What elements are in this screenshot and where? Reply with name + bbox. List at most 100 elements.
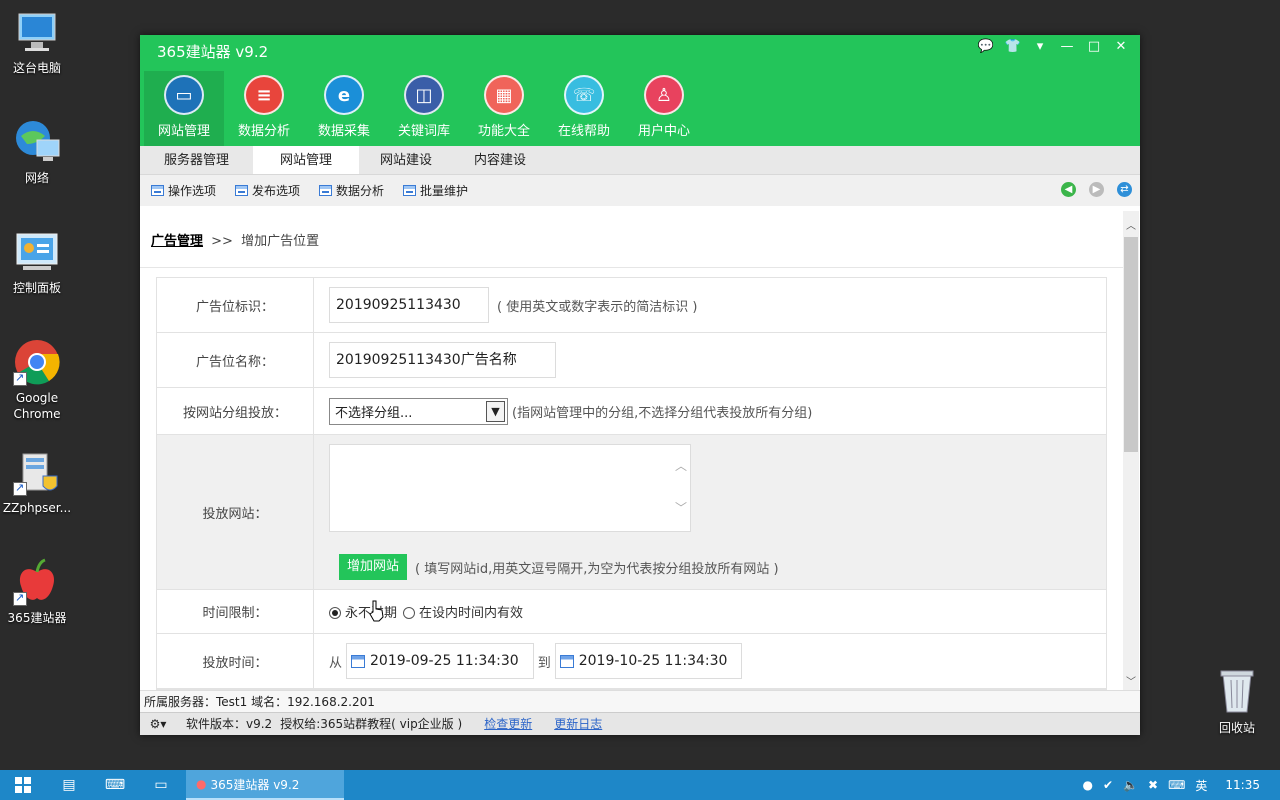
toolbar-batch-maintenance[interactable]: 批量维护 — [403, 182, 468, 199]
control-panel-icon — [13, 228, 61, 276]
tab-website-building[interactable]: 网站建设 — [359, 146, 453, 174]
vertical-scrollbar[interactable]: ︿ ﹀ — [1123, 211, 1139, 690]
clock[interactable]: 11:35 — [1225, 778, 1260, 792]
nav-online-help[interactable]: ☏ 在线帮助 — [544, 71, 624, 146]
toolbar-data-analysis[interactable]: 数据分析 — [319, 182, 384, 199]
ime-indicator[interactable]: 英 — [1195, 777, 1207, 794]
shortcut-arrow-icon — [13, 370, 27, 386]
nav-label: 数据分析 — [237, 124, 290, 139]
tab-content-building[interactable]: 内容建设 — [453, 146, 547, 174]
computer-icon — [13, 8, 61, 56]
main-content: 广告管理 >> 增加广告位置 广告位标识： 20190925113430 ( 使… — [140, 211, 1124, 690]
menu-icon[interactable]: ▾ — [1031, 39, 1049, 54]
desktop-icon-label: 网络 — [24, 171, 49, 185]
keyboard-tray-icon[interactable]: ⌨ — [1168, 778, 1185, 792]
desktop-icon-label: 这台电脑 — [12, 61, 61, 75]
group-select-value: 不选择分组... — [335, 405, 413, 421]
scroll-down-icon[interactable]: ﹀ — [1126, 673, 1136, 688]
scroll-up-icon[interactable]: ︿ — [1126, 217, 1136, 232]
never-expire-radio[interactable] — [329, 606, 341, 619]
minimize-icon[interactable]: — — [1058, 39, 1076, 54]
database-icon: ≡ — [244, 75, 284, 115]
end-date-input[interactable]: 2019-10-25 11:34:30 — [554, 643, 743, 679]
window-controls: 💬 👕 ▾ — □ ✕ — [977, 39, 1130, 54]
monitor-icon: ▭ — [164, 75, 204, 115]
sites-textarea[interactable]: ︿ ﹀ — [329, 444, 691, 532]
nav-user-center[interactable]: ♙ 用户中心 — [624, 71, 704, 146]
group-select[interactable]: 不选择分组... ▼ — [329, 397, 508, 425]
toolbar-operation-options[interactable]: 操作选项 — [151, 182, 216, 199]
security-tray-icon[interactable]: ✔ — [1103, 778, 1113, 792]
skin-icon[interactable]: 👕 — [1004, 39, 1022, 54]
desktop-icon-chrome[interactable]: Google Chrome — [0, 338, 74, 422]
form-hint: (指网站管理中的分组,不选择分组代表投放所有分组) — [512, 405, 813, 421]
network-disconnected-icon[interactable]: ✖ — [1148, 778, 1158, 792]
recycle-bin-icon — [1213, 668, 1261, 716]
back-icon[interactable]: ◀ — [1061, 182, 1076, 197]
ad-id-input[interactable]: 20190925113430 — [329, 287, 489, 323]
nav-label: 关键词库 — [397, 124, 450, 139]
version-text: 软件版本：v9.2 — [186, 717, 273, 731]
settings-icon[interactable]: ⚙▾ — [140, 713, 176, 735]
close-icon[interactable]: ✕ — [1112, 39, 1130, 54]
speaker-muted-icon[interactable]: 🔈 — [1123, 778, 1138, 792]
desktop-icon-zzphpserver[interactable]: ZZphpser... — [0, 448, 74, 516]
book-icon: ◫ — [404, 75, 444, 115]
apple-icon — [13, 558, 61, 606]
refresh-icon[interactable]: ⇄ — [1117, 182, 1132, 197]
toolbar-publish-options[interactable]: 发布选项 — [235, 182, 300, 199]
desktop-icon-this-pc[interactable]: 这台电脑 — [0, 8, 74, 76]
form-label: 按网站分组投放： — [157, 388, 314, 434]
check-update-link[interactable]: 检查更新 — [484, 713, 532, 735]
form-label: 广告位标识： — [157, 278, 314, 332]
update-log-link[interactable]: 更新日志 — [554, 713, 602, 735]
nav-data-analysis[interactable]: ≡ 数据分析 — [224, 71, 304, 146]
time-range-radio[interactable] — [403, 606, 416, 619]
nav-website-management[interactable]: ▭ 网站管理 — [144, 71, 224, 146]
add-site-button[interactable]: 增加网站 — [339, 554, 408, 580]
chrome-icon — [13, 338, 61, 386]
start-date-input[interactable]: 2019-09-25 11:34:30 — [346, 643, 534, 679]
tab-server-management[interactable]: 服务器管理 — [144, 146, 253, 174]
nav-features[interactable]: ▦ 功能大全 — [464, 71, 544, 146]
scrollbar-thumb[interactable] — [1124, 237, 1138, 452]
taskbar-app-365[interactable]: ● 365建站器 v9.2 — [186, 770, 344, 800]
feedback-icon[interactable]: 💬 — [977, 39, 995, 54]
server-manager-icon[interactable]: ▤ — [46, 770, 92, 800]
forward-icon[interactable]: ▶ — [1089, 182, 1104, 197]
tab-website-management[interactable]: 网站管理 — [253, 146, 360, 174]
desktop-icon-365[interactable]: 365建站器 — [0, 558, 74, 626]
network-icon — [13, 118, 61, 166]
apple-icon: ● — [196, 777, 207, 791]
desktop-icon-label: 控制面板 — [12, 281, 61, 295]
breadcrumb-link-ad-management[interactable]: 广告管理 — [151, 234, 203, 249]
form-label: 投放网站： — [157, 435, 314, 589]
scroll-up-icon[interactable]: ︿ — [675, 457, 687, 474]
powershell-icon[interactable]: ⌨ — [92, 770, 138, 800]
form-hint: ( 使用英文或数字表示的简洁标识 ) — [497, 299, 698, 315]
nav-data-collection[interactable]: e 数据采集 — [304, 71, 384, 146]
form-row-ad-name: 广告位名称： 20190925113430广告名称 — [157, 333, 1106, 388]
maximize-icon[interactable]: □ — [1085, 39, 1103, 54]
ad-name-input[interactable]: 20190925113430广告名称 — [329, 342, 556, 378]
desktop-icon-recycle-bin[interactable]: 回收站 — [1200, 668, 1274, 736]
toolbar-label: 数据分析 — [336, 184, 385, 198]
form-label: 投放时间： — [157, 634, 314, 688]
nav-keyword-library[interactable]: ◫ 关键词库 — [384, 71, 464, 146]
server-icon — [13, 448, 61, 496]
desktop-icon-network[interactable]: 网络 — [0, 118, 74, 186]
to-label: 到 — [537, 655, 551, 671]
breadcrumb-separator: >> — [211, 234, 233, 249]
nav-label: 功能大全 — [477, 124, 530, 139]
file-explorer-icon[interactable]: ▭ — [138, 770, 184, 800]
scroll-down-icon[interactable]: ﹀ — [675, 499, 687, 516]
headset-icon: ☏ — [564, 75, 604, 115]
breadcrumb: 广告管理 >> 增加广告位置 — [140, 211, 1124, 268]
desktop-icon-label: ZZphpser... — [2, 501, 72, 515]
toolbar: 操作选项 发布选项 数据分析 批量维护 ◀ ▶ ⇄ — [140, 175, 1140, 206]
version-status-bar: ⚙▾ 软件版本：v9.2 授权给:365站群教程( vip企业版 ) 检查更新 … — [140, 712, 1140, 735]
toolbar-label: 批量维护 — [420, 184, 469, 198]
apple-tray-icon[interactable]: ● — [1083, 778, 1093, 792]
start-button[interactable] — [0, 770, 46, 800]
desktop-icon-control-panel[interactable]: 控制面板 — [0, 228, 74, 296]
